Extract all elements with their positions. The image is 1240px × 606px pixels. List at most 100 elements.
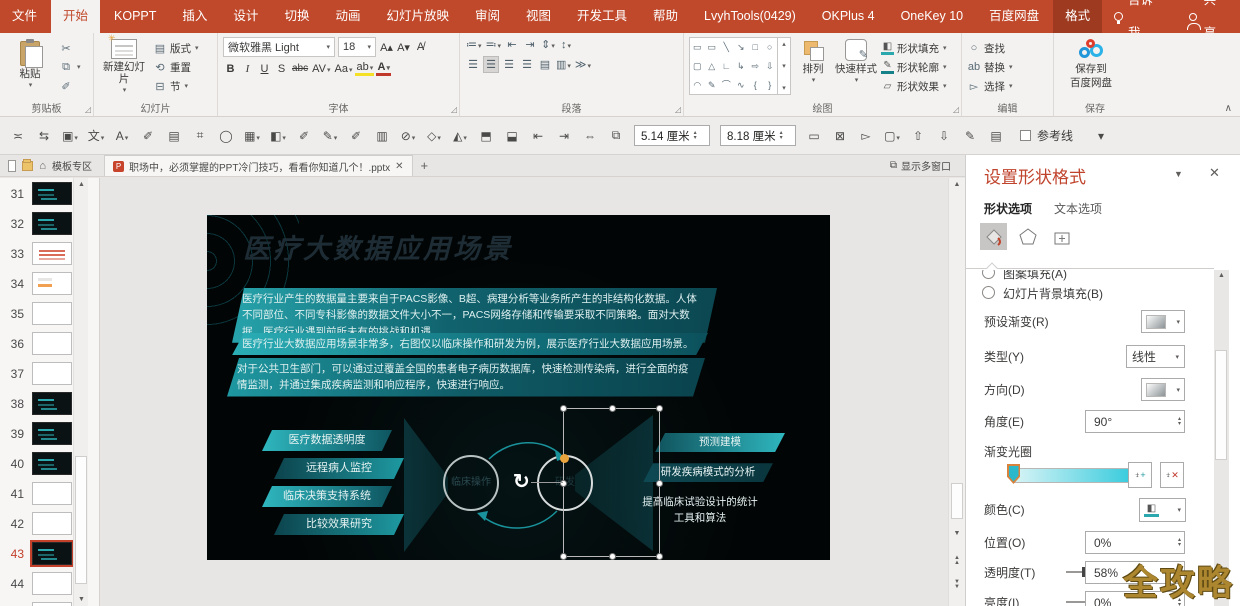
change-case-button[interactable]: Aa▾ bbox=[334, 63, 354, 75]
columns-icon[interactable]: ▥▾ bbox=[555, 57, 572, 72]
multi-window-button[interactable]: ⧉显示多窗口 bbox=[890, 158, 965, 173]
slide-editor[interactable]: 医疗大数据应用场景 医疗行业产生的数据量主要来自于PACS影像、B超、病理分析等… bbox=[207, 215, 830, 560]
lower-object-icon[interactable]: ⇩ bbox=[932, 129, 956, 143]
font-color-button[interactable]: A▾ bbox=[376, 61, 391, 76]
menu-tab[interactable]: 帮助 bbox=[641, 0, 690, 33]
justify-icon[interactable]: ☰ bbox=[519, 57, 535, 72]
shape-gallery[interactable]: ▭▭╲↘□○▢△∟↳⇨⇩◠✎⌒∿{} ▴▾▾ bbox=[689, 37, 791, 95]
effects-icon[interactable] bbox=[1014, 223, 1041, 250]
position-input[interactable]: 0%▴▾ bbox=[1085, 531, 1185, 554]
text-frame-icon[interactable]: 文▾ bbox=[84, 127, 108, 144]
save-to-netdisk-button[interactable]: 保存到 百度网盘 bbox=[1059, 37, 1123, 102]
rotate-handle-icon[interactable]: ↻ bbox=[513, 469, 530, 494]
new-file-icon[interactable] bbox=[8, 160, 16, 172]
background-fill-radio[interactable] bbox=[982, 286, 995, 299]
paste-button[interactable]: 粘贴▾ bbox=[5, 37, 55, 102]
outline-eyedropper-icon[interactable]: ✐ bbox=[344, 129, 368, 143]
numbering-icon[interactable]: ≕▾ bbox=[485, 37, 503, 52]
shape-effects-button[interactable]: ▱形状效果▾ bbox=[881, 78, 947, 94]
stop-color-dropdown[interactable]: ◧▾ bbox=[1139, 498, 1186, 522]
pattern-fill-radio[interactable] bbox=[982, 270, 995, 279]
menu-tab[interactable]: 开发工具 bbox=[565, 0, 639, 33]
section-icon[interactable]: ⊟节▾ bbox=[153, 78, 199, 94]
panel-menu-icon[interactable]: ▼ bbox=[1174, 169, 1183, 179]
italic-button[interactable]: I bbox=[240, 63, 255, 75]
next-slide-icon[interactable]: ▼▼ bbox=[949, 580, 965, 590]
shrink-font-icon[interactable]: A▾ bbox=[396, 41, 411, 54]
textbox-style-icon[interactable]: ▣▾ bbox=[58, 129, 82, 143]
selection-box[interactable] bbox=[563, 408, 660, 557]
shape-cell[interactable]: ∿ bbox=[734, 76, 749, 95]
selection-pane-icon[interactable]: ▢▾ bbox=[880, 129, 904, 143]
select-objects-icon[interactable]: ▻ bbox=[854, 129, 878, 143]
align-right-objects-icon[interactable]: ⇥ bbox=[552, 129, 576, 143]
menu-tab[interactable]: 审阅 bbox=[463, 0, 512, 33]
raise-object-icon[interactable]: ⇧ bbox=[906, 129, 930, 143]
menu-tab[interactable]: 视图 bbox=[514, 0, 563, 33]
oval-shape-icon[interactable]: ◯ bbox=[214, 129, 238, 143]
shape-cell[interactable]: ◠ bbox=[690, 76, 705, 95]
resize-handle[interactable] bbox=[560, 553, 567, 560]
gradient-type-dropdown[interactable]: 线性▾ bbox=[1126, 345, 1185, 368]
open-folder-icon[interactable] bbox=[22, 161, 33, 171]
bullets-icon[interactable]: ≔▾ bbox=[465, 37, 483, 52]
bring-forward-icon[interactable]: ⬒ bbox=[474, 129, 498, 143]
menu-tab[interactable]: 动画 bbox=[323, 0, 372, 33]
shape-cell[interactable]: ✎ bbox=[705, 76, 720, 95]
text-eyedropper-icon[interactable]: ✐ bbox=[136, 129, 160, 143]
menu-tab[interactable]: KOPPT bbox=[102, 0, 168, 33]
tab-text-options[interactable]: 文本选项 bbox=[1054, 200, 1102, 217]
group-icon[interactable]: ⧉ bbox=[604, 128, 628, 143]
size-properties-icon[interactable] bbox=[1048, 223, 1075, 250]
copy-icon[interactable]: ⧉▾ bbox=[59, 59, 81, 75]
shape-cell[interactable]: ⌒ bbox=[719, 76, 734, 95]
menu-tab[interactable]: 开始 bbox=[51, 0, 100, 33]
strikethrough-button[interactable]: abc bbox=[291, 63, 309, 74]
font-name-select[interactable]: 微软雅黑 Light▾ bbox=[223, 37, 335, 57]
gradient-bar[interactable] bbox=[1013, 468, 1141, 483]
align-shapes-icon[interactable]: ≍ bbox=[6, 129, 30, 143]
style-brush-icon[interactable]: ✎ bbox=[958, 129, 982, 143]
outdent-icon[interactable]: ⇤ bbox=[504, 37, 520, 52]
highlight-button[interactable]: ab▾ bbox=[355, 61, 374, 76]
font-size-select[interactable]: 18▾ bbox=[338, 37, 376, 57]
align-left-icon[interactable]: ☰ bbox=[465, 57, 481, 72]
font-color-icon[interactable]: A▾ bbox=[110, 129, 134, 143]
bucket-fill-icon[interactable]: ◧▾ bbox=[266, 129, 290, 143]
menu-tab[interactable]: 文件 bbox=[0, 0, 49, 33]
shape-cell[interactable]: □ bbox=[748, 38, 763, 57]
gradient-direction-dropdown[interactable]: ▾ bbox=[1141, 378, 1185, 401]
shape-gallery-scroll[interactable]: ▴▾▾ bbox=[777, 38, 790, 94]
document-tab[interactable]: P 职场中，必须掌握的PPT冷门技巧，看看你知道几个！.pptx ✕ bbox=[104, 155, 413, 176]
shape-cell[interactable]: ⇨ bbox=[748, 57, 763, 76]
paragraph-dialog-launcher[interactable]: ◿ bbox=[675, 105, 681, 114]
no-fill-icon[interactable]: ⊘▾ bbox=[396, 129, 420, 143]
delete-icon[interactable]: ⊠ bbox=[828, 129, 852, 143]
thumbnail-scrollbar[interactable]: ▲ ▼ bbox=[73, 178, 88, 606]
shape-cell[interactable]: ○ bbox=[763, 38, 778, 57]
resize-handle[interactable] bbox=[656, 480, 663, 487]
new-slide-button[interactable]: 新建幻灯片▾ bbox=[99, 37, 149, 102]
menu-tab[interactable]: OneKey 10 bbox=[889, 0, 976, 33]
format-painter-icon[interactable]: ✐ bbox=[59, 78, 81, 94]
menu-tab[interactable]: 设计 bbox=[221, 0, 270, 33]
align-left-objects-icon[interactable]: ⇤ bbox=[526, 129, 550, 143]
bold-button[interactable]: B bbox=[223, 63, 238, 75]
menu-tab[interactable]: OKPlus 4 bbox=[810, 0, 887, 33]
find-icon[interactable]: ○查找 bbox=[967, 40, 1013, 56]
merge-shapes-icon[interactable]: ◇▾ bbox=[422, 129, 446, 143]
menu-tab[interactable]: 幻灯片放映 bbox=[374, 0, 461, 33]
canvas-scroll-thumb[interactable] bbox=[951, 483, 963, 519]
add-gradient-stop-button[interactable]: ⍖+ bbox=[1128, 462, 1152, 488]
picture-icon[interactable]: ▤ bbox=[162, 129, 186, 143]
resize-handle[interactable] bbox=[656, 405, 663, 412]
rotate-3d-icon[interactable]: ◭▾ bbox=[448, 129, 472, 143]
drawing-dialog-launcher[interactable]: ◿ bbox=[953, 105, 959, 114]
scroll-down-icon[interactable]: ▼ bbox=[949, 530, 965, 537]
resize-handle[interactable] bbox=[560, 405, 567, 412]
resize-handle[interactable] bbox=[656, 553, 663, 560]
line-spacing-icon[interactable]: ⇕▾ bbox=[540, 37, 556, 52]
adjust-handle[interactable] bbox=[560, 454, 569, 463]
shape-cell[interactable]: ▭ bbox=[690, 38, 705, 57]
comment-icon[interactable]: ▭ bbox=[802, 129, 826, 143]
